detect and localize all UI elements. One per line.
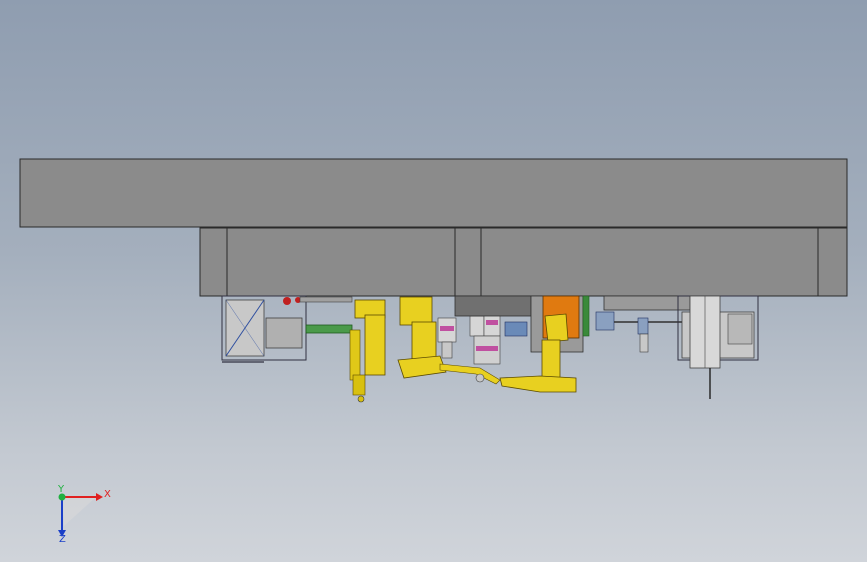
right-station[interactable] <box>677 295 759 399</box>
rail-segment[interactable] <box>582 295 590 337</box>
blue-bracket[interactable] <box>504 321 528 337</box>
green-conveyor[interactable] <box>305 324 353 334</box>
housing-top-slab[interactable] <box>19 158 848 228</box>
central-panel[interactable] <box>454 295 532 317</box>
housing-lower-block[interactable] <box>199 227 848 297</box>
cad-viewport[interactable]: X Y Z <box>0 0 867 562</box>
x-axis-label: X <box>104 489 111 500</box>
x-axis-arrowhead <box>96 493 103 501</box>
z-axis-label: Z <box>59 534 66 545</box>
right-fixture[interactable] <box>595 295 691 353</box>
robot-arm-1[interactable] <box>349 299 386 403</box>
assembly-model[interactable]: X Y Z <box>0 0 867 562</box>
y-axis-label: Y <box>57 484 65 495</box>
coordinate-triad: X Y Z <box>57 484 111 545</box>
